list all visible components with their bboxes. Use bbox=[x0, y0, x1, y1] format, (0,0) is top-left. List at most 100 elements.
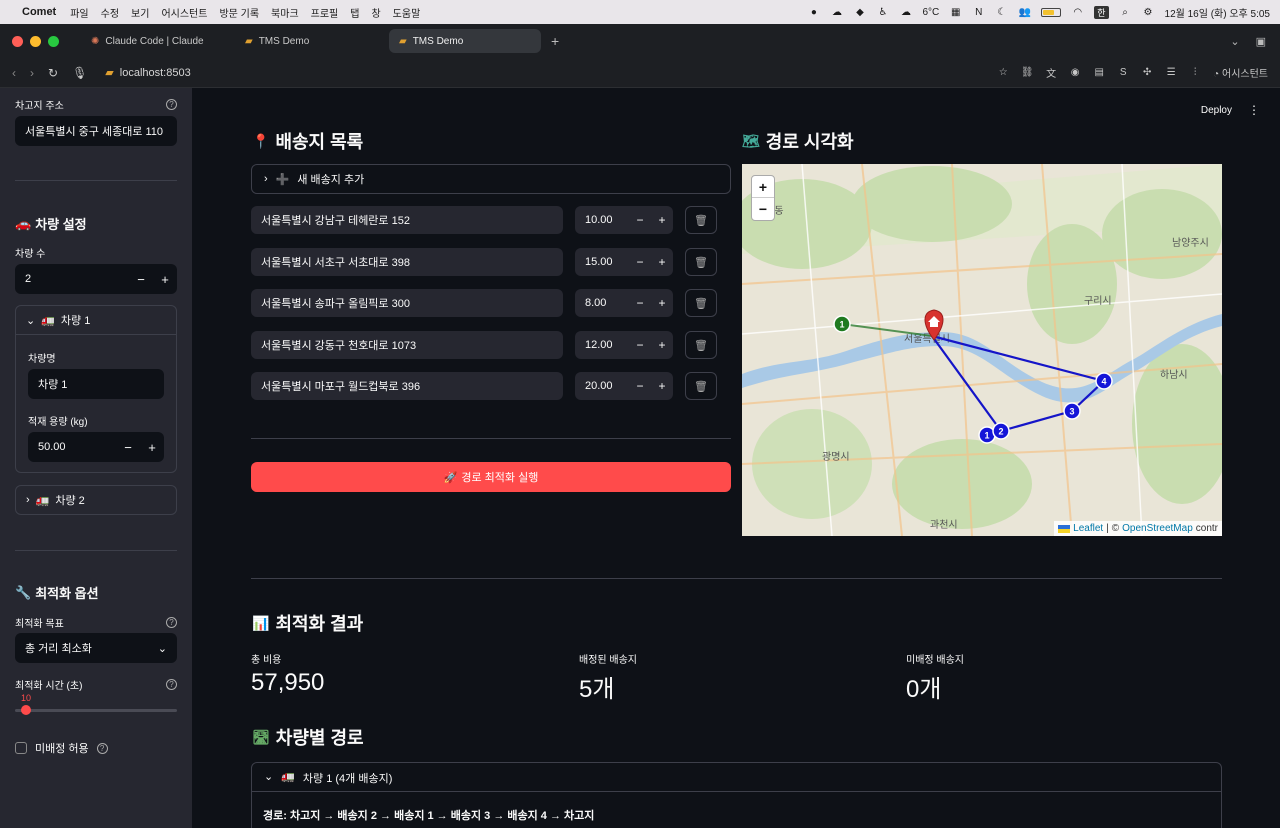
menu-item-help[interactable]: 도움말 bbox=[393, 5, 421, 20]
delivery-qty-value[interactable]: 8.00 bbox=[585, 297, 629, 309]
increment-button[interactable]: + bbox=[651, 379, 673, 393]
decrement-button[interactable]: − bbox=[129, 272, 153, 287]
record-icon[interactable]: ● bbox=[807, 6, 820, 18]
s-extension-icon[interactable]: S bbox=[1117, 67, 1129, 79]
increment-button[interactable]: + bbox=[651, 338, 673, 352]
delivery-qty-value[interactable]: 10.00 bbox=[585, 214, 629, 226]
zoom-in-button[interactable]: + bbox=[752, 176, 774, 198]
decrement-button[interactable]: − bbox=[116, 440, 140, 455]
tab-claude[interactable]: ✺ Claude Code | Claude bbox=[81, 29, 233, 53]
increment-button[interactable]: + bbox=[651, 296, 673, 310]
menu-item-bookmarks[interactable]: 북마크 bbox=[271, 5, 299, 20]
menu-item-window[interactable]: 창 bbox=[371, 5, 380, 20]
chevron-down-icon[interactable]: ⌄ bbox=[264, 770, 273, 783]
delivery-qty-stepper[interactable]: 8.00− + bbox=[575, 289, 673, 317]
delivery-address-input[interactable]: 서울특별시 강남구 테헤란로 152 bbox=[251, 206, 563, 234]
delivery-qty-value[interactable]: 15.00 bbox=[585, 256, 629, 268]
reload-icon[interactable]: ↻ bbox=[48, 66, 58, 80]
decrement-button[interactable]: − bbox=[629, 255, 651, 269]
decrement-button[interactable]: − bbox=[629, 379, 651, 393]
new-tab-button[interactable]: + bbox=[551, 33, 559, 49]
deploy-button[interactable]: Deploy bbox=[1201, 105, 1232, 116]
help-icon[interactable]: ? bbox=[166, 679, 177, 690]
tab-tms-2[interactable]: ▰ TMS Demo bbox=[389, 29, 541, 53]
assistant-button[interactable]: ◔ 어시스턴트 bbox=[1213, 65, 1268, 80]
capacity-stepper[interactable]: 50.00 − + bbox=[28, 432, 164, 462]
link-icon[interactable]: ⛓ bbox=[1021, 67, 1034, 79]
delivery-address-input[interactable]: 서울특별시 서초구 서초대로 398 bbox=[251, 248, 563, 276]
cloud-app-icon[interactable]: ☁ bbox=[830, 6, 843, 18]
close-window-button[interactable] bbox=[12, 35, 23, 47]
zoom-out-button[interactable]: − bbox=[752, 198, 774, 220]
slider-thumb[interactable] bbox=[21, 705, 32, 715]
stop-marker-3[interactable]: 3 bbox=[1063, 402, 1081, 420]
delivery-qty-stepper[interactable]: 20.00− + bbox=[575, 372, 673, 400]
tab-list-chevron-icon[interactable]: ⌄ bbox=[1230, 35, 1239, 48]
accessibility-icon[interactable]: ♿ bbox=[876, 6, 889, 18]
vehicle-count-value[interactable]: 2 bbox=[25, 273, 129, 285]
capacity-value[interactable]: 50.00 bbox=[38, 441, 116, 453]
more-vert-icon[interactable]: ⋮ bbox=[1248, 103, 1260, 117]
vehicle-count-stepper[interactable]: 2 − + bbox=[15, 264, 177, 294]
depot-address-input[interactable]: 서울특별시 중구 세종대로 110 bbox=[15, 116, 177, 146]
puzzle-icon[interactable]: ✣ bbox=[1141, 67, 1153, 79]
vehicle1-expander-header[interactable]: ⌄ 🚛 차량 1 bbox=[16, 306, 176, 334]
delivery-address-input[interactable]: 서울특별시 마포구 월드컵북로 396 bbox=[251, 372, 563, 400]
menu-item-assistant[interactable]: 어시스턴트 bbox=[161, 5, 207, 20]
menu-item-tab[interactable]: 탭 bbox=[350, 5, 359, 20]
tab-tms-1[interactable]: ▰ TMS Demo bbox=[235, 29, 387, 53]
moon-icon[interactable]: ☾ bbox=[995, 6, 1008, 18]
clock[interactable]: 12월 16일 (화) 오후 5:05 bbox=[1165, 5, 1270, 20]
delivery-qty-stepper[interactable]: 10.00− + bbox=[575, 206, 673, 234]
delivery-qty-value[interactable]: 20.00 bbox=[585, 380, 629, 392]
add-delivery-expander[interactable]: › ➕ 새 배송지 추가 bbox=[251, 164, 731, 194]
weather-temp[interactable]: 6°C bbox=[922, 7, 939, 18]
menu-item-file[interactable]: 파일 bbox=[70, 5, 88, 20]
increment-button[interactable]: + bbox=[153, 272, 177, 287]
osm-link[interactable]: OpenStreetMap bbox=[1122, 523, 1193, 534]
input-method[interactable]: 한 bbox=[1094, 5, 1109, 19]
weather-icon[interactable]: ☁ bbox=[899, 6, 912, 18]
star-icon[interactable]: ☆ bbox=[997, 67, 1009, 79]
voice-icon[interactable]: ⫶ bbox=[1189, 67, 1201, 79]
translate-icon[interactable]: 文 bbox=[1045, 67, 1057, 80]
delivery-qty-stepper[interactable]: 15.00− + bbox=[575, 248, 673, 276]
people-icon[interactable]: 👥 bbox=[1018, 6, 1031, 18]
help-icon[interactable]: ? bbox=[166, 617, 177, 628]
time-slider[interactable] bbox=[15, 705, 177, 715]
notion-icon[interactable]: N bbox=[972, 6, 985, 18]
camera-icon[interactable]: ◉ bbox=[1069, 67, 1081, 79]
help-icon[interactable]: ? bbox=[166, 99, 177, 110]
control-center-icon[interactable]: ⚙ bbox=[1142, 6, 1155, 18]
vehicle2-expander[interactable]: › 🚛 차량 2 bbox=[15, 485, 177, 515]
route-map[interactable]: 서울특별시 구리시 남양주시 하남시 광명시 과천시 진관동 1 1 2 3 4… bbox=[742, 164, 1222, 536]
delete-delivery-button[interactable]: 🗑 bbox=[685, 331, 717, 359]
delivery-address-input[interactable]: 서울특별시 강동구 천호대로 1073 bbox=[251, 331, 563, 359]
route-expander-label[interactable]: 차량 1 (4개 배송지) bbox=[303, 770, 392, 786]
menu-item-edit[interactable]: 수정 bbox=[101, 5, 119, 20]
forward-icon[interactable]: › bbox=[30, 66, 34, 80]
stop-marker-v2-1[interactable]: 1 bbox=[833, 315, 851, 333]
menu-lines-icon[interactable]: ☰ bbox=[1165, 67, 1177, 79]
mic-icon[interactable]: 🎙 bbox=[72, 66, 87, 80]
increment-button[interactable]: + bbox=[651, 213, 673, 227]
back-icon[interactable]: ‹ bbox=[12, 66, 16, 80]
grid-icon[interactable]: ▦ bbox=[949, 6, 962, 18]
stop-marker-2[interactable]: 2 bbox=[992, 422, 1010, 440]
sidebar-toggle-icon[interactable]: ▣ bbox=[1256, 35, 1266, 48]
search-icon[interactable]: ⌕ bbox=[1119, 6, 1132, 18]
menu-item-profile[interactable]: 프로필 bbox=[311, 5, 339, 20]
delete-delivery-button[interactable]: 🗑 bbox=[685, 289, 717, 317]
cube-icon[interactable]: ◆ bbox=[853, 6, 866, 18]
menu-item-history[interactable]: 방문 기록 bbox=[219, 5, 259, 20]
increment-button[interactable]: + bbox=[651, 255, 673, 269]
wifi-icon[interactable]: ◠ bbox=[1071, 6, 1084, 18]
leaflet-link[interactable]: Leaflet bbox=[1073, 523, 1103, 534]
stop-marker-4[interactable]: 4 bbox=[1095, 372, 1113, 390]
unassigned-checkbox[interactable] bbox=[15, 742, 27, 754]
run-optimization-button[interactable]: 🚀 경로 최적화 실행 bbox=[251, 462, 731, 492]
menu-item-view[interactable]: 보기 bbox=[131, 5, 149, 20]
unassigned-checkbox-row[interactable]: 미배정 허용 ? bbox=[15, 740, 108, 756]
delete-delivery-button[interactable]: 🗑 bbox=[685, 206, 717, 234]
decrement-button[interactable]: − bbox=[629, 338, 651, 352]
